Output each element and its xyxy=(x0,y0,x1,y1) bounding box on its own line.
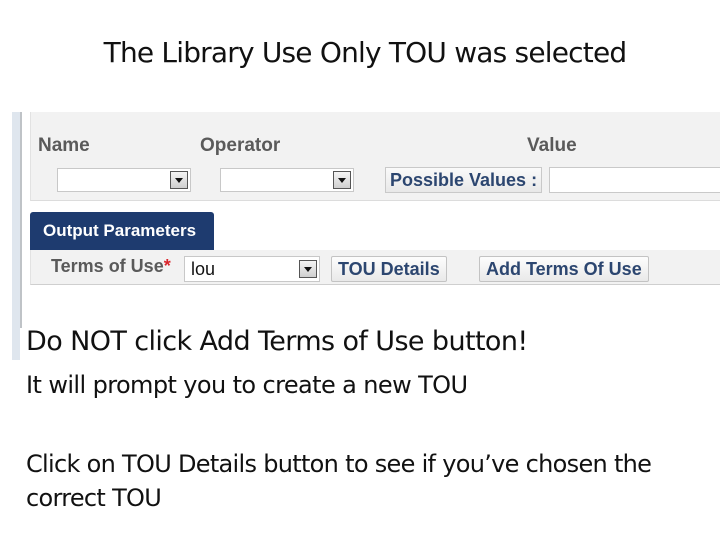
name-column-label: Name xyxy=(38,135,90,156)
name-select[interactable] xyxy=(57,168,191,192)
output-parameters-panel: Output Parameters Terms of Use* lou TOU … xyxy=(30,212,720,285)
instruction-note: Click on TOU Details button to see if yo… xyxy=(26,450,652,512)
left-strip xyxy=(12,112,20,360)
possible-values-button[interactable]: Possible Values : xyxy=(385,167,543,193)
operator-column-label: Operator xyxy=(200,135,281,156)
terms-of-use-selected-value: lou xyxy=(191,259,216,279)
terms-of-use-row: Terms of Use* lou TOU Details Add Terms … xyxy=(30,250,720,285)
filter-panel: Name Operator Value Possible Values : xyxy=(30,112,720,201)
dropdown-arrow-icon[interactable] xyxy=(333,171,351,189)
warning-detail-note: It will prompt you to create a new TOU xyxy=(26,371,468,399)
operator-select[interactable] xyxy=(220,168,354,192)
value-column-label: Value xyxy=(527,135,577,156)
warning-note: Do NOT click Add Terms of Use button! xyxy=(26,326,528,357)
dropdown-arrow-icon[interactable] xyxy=(299,260,317,278)
divider-line xyxy=(20,112,22,328)
required-marker: * xyxy=(163,256,171,276)
slide-title: The Library Use Only TOU was selected xyxy=(103,36,628,69)
tou-details-button[interactable]: TOU Details xyxy=(331,256,447,282)
embedded-screenshot: Name Operator Value Possible Values : Ou… xyxy=(12,112,720,362)
terms-of-use-label: Terms of Use* xyxy=(51,256,171,277)
tab-output-parameters[interactable]: Output Parameters xyxy=(30,212,214,250)
dropdown-arrow-icon[interactable] xyxy=(170,171,188,189)
terms-of-use-select[interactable]: lou xyxy=(184,256,320,282)
value-input[interactable] xyxy=(549,167,720,193)
terms-of-use-label-text: Terms of Use xyxy=(51,256,164,276)
add-terms-of-use-button[interactable]: Add Terms Of Use xyxy=(479,256,649,282)
